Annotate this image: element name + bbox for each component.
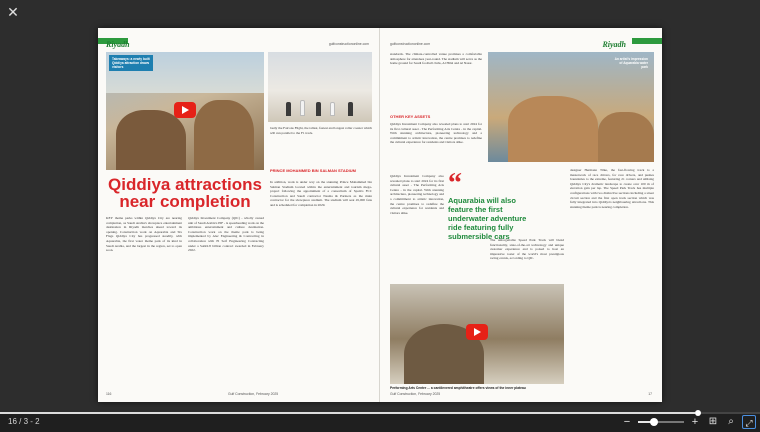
column-text: standards. The climate-controlled venue … [390,52,482,66]
rock-formation [508,96,598,162]
reading-progress[interactable] [0,410,760,416]
inspection-photo [268,52,372,122]
video-caption: Performing Arts Centre ... a cantilevere… [390,386,526,390]
article-column: The unforgettable Speed Park Track will … [490,238,564,278]
person-figure [330,102,335,116]
article-column: lastly the Falcons Flight, the tallest, … [270,126,372,166]
zoom-slider-knob[interactable] [650,418,659,426]
column-text: KEY theme parks within Qiddiya City are … [106,216,182,253]
rock-formation [598,112,654,162]
section-subhead: OTHER KEY ASSETS [390,114,431,119]
right-page: Riyadh gulfconstructiononline.com An art… [380,28,662,402]
magazine-viewer: ✕ Riyadh gulfconstructiononline.com Take… [0,0,760,432]
section-subhead: PRINCE MOHAMMED BIN SALMAN STADIUM [270,168,356,173]
pull-quote: Aquarabia will also feature the first un… [448,196,527,241]
hero-video[interactable]: Takeaways: a newly built Qiddiya attract… [106,52,264,170]
issue-footer: Gulf Construction, February 2025 [390,392,441,396]
article-column: Qiddiya Investment Company also revealed… [390,174,444,254]
zoom-out-icon[interactable]: − [620,415,634,429]
person-figure [316,102,321,116]
page-number: 17 [648,392,652,396]
brand-label: Riyadh [106,40,130,49]
article-column: KEY theme parks within Qiddiya City are … [106,216,182,384]
site-url: gulfconstructiononline.com [328,42,369,46]
article-column: standards. The climate-controlled venue … [390,52,482,110]
viewer-toolbar: 16 / 3 - 2 − + ⊞ ⌕ ⤢ [0,410,760,432]
column-text: The unforgettable Speed Park Track will … [490,238,564,261]
arts-centre-video[interactable] [390,284,564,384]
person-figure [348,102,353,116]
person-figure [300,100,305,116]
photo-caption: An artist's impression of Aquarabia wate… [614,57,648,69]
article-column: Qiddiya Investment Company also revealed… [390,122,482,168]
column-text: In addition, work is under way on the st… [270,180,372,207]
grid-view-icon[interactable]: ⊞ [706,415,720,429]
issue-footer: Gulf Construction, February 2025 [228,392,279,396]
column-text: Qiddiya Investment Company also revealed… [390,174,444,215]
hero-caption: Takeaways: a newly built Qiddiya attract… [109,55,153,71]
column-text: designer Hermann Tilke, the fast-flowing… [570,168,654,209]
left-page: Riyadh gulfconstructiononline.com Takeaw… [98,28,380,402]
article-column: In addition, work is under way on the st… [270,180,372,384]
page-indicator: 16 / 3 - 2 [8,417,40,426]
hero-rock [116,110,186,170]
page-number: 116 [106,392,112,396]
quote-mark: “ [448,168,462,199]
hero-rock [194,100,254,170]
brand-label: Riyadh [602,40,626,49]
progress-fill [0,412,695,414]
play-icon[interactable] [466,324,488,340]
column-text: Qiddiya Investment Company (QIC) - wholl… [188,216,264,253]
article-column: Qiddiya Investment Company (QIC) - wholl… [188,216,264,384]
close-icon[interactable]: ✕ [6,5,20,19]
site-url: gulfconstructiononline.com [390,42,431,46]
column-text: Qiddiya Investment Company also revealed… [390,122,482,145]
aquarabia-photo: An artist's impression of Aquarabia wate… [488,52,654,162]
zoom-in-icon[interactable]: + [688,415,702,429]
search-icon[interactable]: ⌕ [724,415,738,429]
person-figure [286,102,291,116]
zoom-slider[interactable] [638,418,684,426]
brand-bar [632,38,662,44]
fullscreen-icon[interactable]: ⤢ [742,415,756,429]
page-spread: Riyadh gulfconstructiononline.com Takeaw… [98,28,662,402]
article-headline: Qiddiya attractions near completion [108,175,262,211]
play-icon[interactable] [174,102,196,118]
column-text: lastly the Falcons Flight, the tallest, … [270,126,372,135]
article-column: designer Hermann Tilke, the fast-flowing… [570,168,654,384]
